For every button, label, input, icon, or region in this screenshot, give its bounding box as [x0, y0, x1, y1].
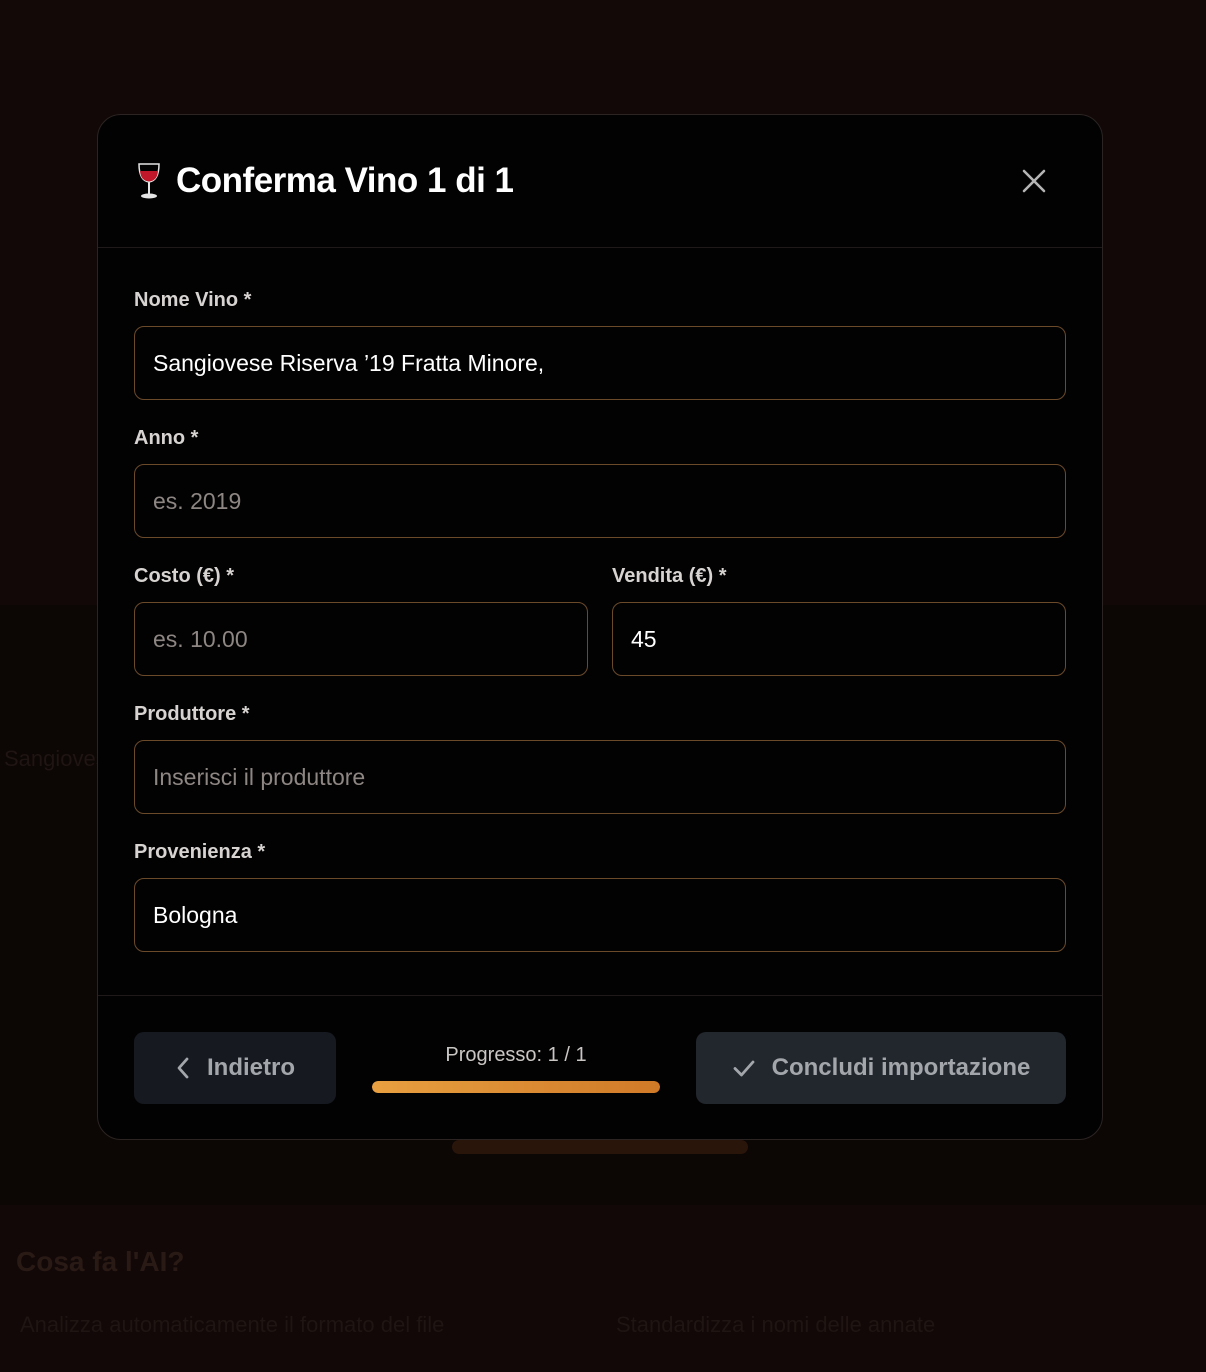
modal-title: Conferma Vino 1 di 1: [176, 161, 514, 200]
progress-indicator: Progresso: 1 / 1: [372, 1044, 660, 1093]
progress-fill: [372, 1080, 660, 1093]
modal-footer: Indietro Progresso: 1 / 1 Concludi impor…: [98, 996, 1102, 1140]
produttore-input[interactable]: [134, 740, 1066, 814]
price-row: Costo (€) * Vendita (€) *: [134, 564, 1066, 702]
provenienza-label: Provenienza *: [134, 841, 266, 863]
anno-field-group: Anno *: [134, 426, 1066, 538]
vendita-input[interactable]: [612, 602, 1066, 676]
finish-import-button-label: Concludi importazione: [771, 1054, 1031, 1081]
vendita-field-group: Vendita (€) *: [612, 564, 1066, 676]
finish-import-button[interactable]: Concludi importazione: [696, 1032, 1066, 1104]
background-section-title: Cosa fa l'AI?: [16, 1246, 185, 1277]
costo-label: Costo (€) *: [134, 565, 234, 587]
background-list-item: Standardizza i nomi delle annate: [616, 1312, 936, 1337]
provenienza-field-group: Provenienza *: [134, 840, 1066, 952]
progress-text: Progresso: 1 / 1: [445, 1043, 587, 1066]
produttore-field-group: Produttore *: [134, 702, 1066, 814]
anno-label: Anno *: [134, 427, 199, 449]
modal-body: Nome Vino * Anno * Costo (€) * Vendita (…: [98, 248, 1102, 996]
wine-glass-icon: [134, 161, 166, 201]
back-button[interactable]: Indietro: [134, 1032, 336, 1104]
background-footer: [0, 1205, 1206, 1372]
chevron-left-icon: [177, 1057, 189, 1079]
confirm-wine-modal: Conferma Vino 1 di 1 Nome Vino * Anno * …: [97, 114, 1103, 1140]
modal-header: Conferma Vino 1 di 1: [98, 115, 1102, 248]
costo-input[interactable]: [134, 602, 588, 676]
nome-vino-label: Nome Vino *: [134, 289, 252, 311]
back-button-label: Indietro: [207, 1054, 295, 1081]
anno-input[interactable]: [134, 464, 1066, 538]
costo-field-group: Costo (€) *: [134, 564, 588, 676]
background-button-glow: [452, 1140, 748, 1154]
background-header: [0, 0, 1206, 60]
produttore-label: Produttore *: [134, 703, 250, 725]
close-icon: [1022, 169, 1046, 193]
background-list-item: Analizza automaticamente il formato del …: [20, 1312, 445, 1337]
nome-vino-field-group: Nome Vino *: [134, 288, 1066, 400]
check-icon: [733, 1060, 755, 1077]
vendita-label: Vendita (€) *: [612, 565, 727, 587]
close-button[interactable]: [1018, 165, 1050, 197]
nome-vino-input[interactable]: [134, 326, 1066, 400]
progress-track: [372, 1080, 660, 1093]
provenienza-input[interactable]: [134, 878, 1066, 952]
